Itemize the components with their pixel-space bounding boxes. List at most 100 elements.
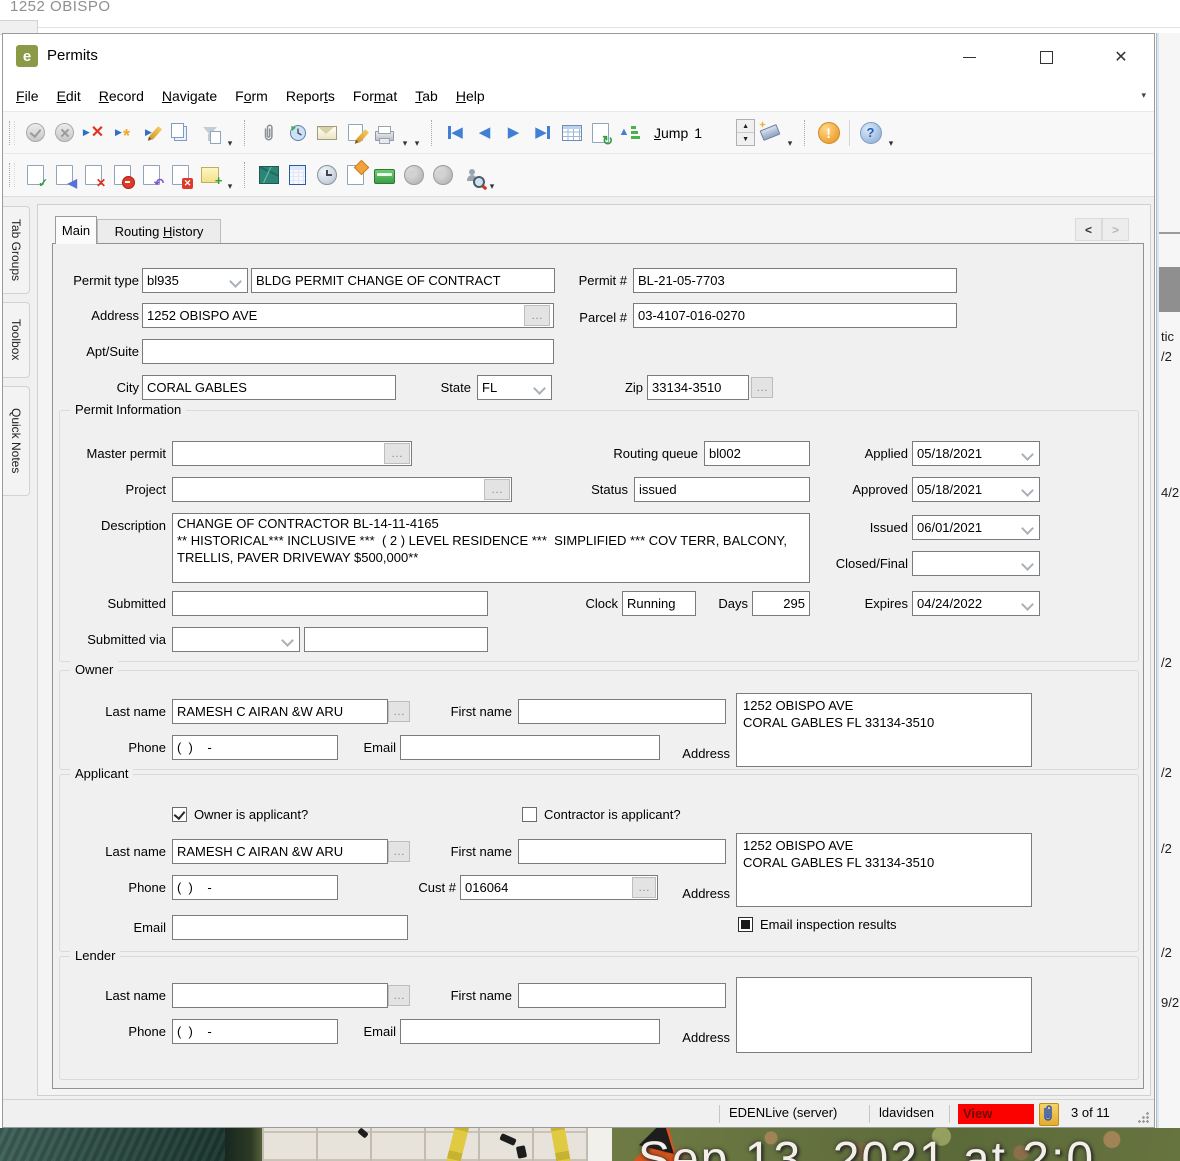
group-dropdown-icon[interactable]: ▾ — [411, 138, 423, 153]
new-record-button[interactable]: ▶* — [108, 118, 137, 147]
lender-email-field[interactable] — [400, 1019, 660, 1044]
submitted-field[interactable] — [172, 591, 488, 616]
clock-field[interactable]: Running — [622, 591, 696, 616]
tab-scroll-left-button[interactable]: < — [1075, 218, 1102, 241]
group-dropdown-icon[interactable]: ▾ — [224, 181, 236, 196]
applicant-lookup-button[interactable]: … — [388, 841, 410, 862]
contractor-is-applicant-checkbox[interactable] — [522, 807, 537, 822]
apt-suite-field[interactable] — [142, 339, 554, 364]
edit-record-button[interactable]: ▶ — [137, 118, 166, 147]
add-note-button[interactable]: + — [195, 161, 224, 190]
grid-view-button[interactable] — [557, 118, 586, 147]
delete-record-button[interactable]: ▶✕ — [79, 118, 108, 147]
hold-doc-button[interactable] — [108, 161, 137, 190]
web-link-2-button[interactable] — [428, 161, 457, 190]
print-dropdown-icon[interactable]: ▾ — [399, 138, 411, 153]
deny-doc-button[interactable]: ✕ — [79, 161, 108, 190]
applicant-address-box[interactable]: 1252 OBISPO AVE CORAL GABLES FL 33134-35… — [736, 833, 1032, 907]
cancel-record-button[interactable] — [50, 118, 79, 147]
filter-button[interactable] — [195, 118, 224, 147]
route-doc-button[interactable]: ◀ — [50, 161, 79, 190]
owner-address-box[interactable]: 1252 OBISPO AVE CORAL GABLES FL 33134-35… — [736, 693, 1032, 767]
menu-item-form[interactable]: Form — [226, 85, 277, 107]
menu-item-format[interactable]: Format — [344, 85, 406, 107]
cashier-button[interactable] — [370, 161, 399, 190]
map-button[interactable] — [254, 161, 283, 190]
print-button[interactable] — [370, 118, 399, 147]
cust-lookup-button[interactable]: … — [632, 877, 656, 898]
menu-item-navigate[interactable]: Navigate — [153, 85, 226, 107]
history-button[interactable] — [283, 118, 312, 147]
time-button[interactable] — [312, 161, 341, 190]
owner-last-name-field[interactable]: RAMESH C AIRAN &W ARU — [172, 699, 388, 724]
alerts-button[interactable]: ! — [814, 118, 843, 147]
help-dropdown-icon[interactable]: ▾ — [885, 138, 897, 153]
approved-date-combo[interactable]: 05/18/2021 — [912, 477, 1040, 502]
group-dropdown-icon[interactable]: ▾ — [486, 181, 498, 196]
tab-scroll-right-button[interactable]: > — [1102, 218, 1129, 241]
menu-overflow-icon[interactable]: ▾ — [1141, 90, 1146, 101]
state-combo[interactable]: FL — [477, 375, 552, 400]
parcel-number-field[interactable]: 03-4107-016-0270 — [633, 303, 957, 328]
sidebar-toolbox[interactable]: Toolbox — [3, 302, 30, 378]
void-doc-button[interactable]: ✕ — [166, 161, 195, 190]
calculator-button[interactable] — [283, 161, 312, 190]
menu-item-file[interactable]: File — [7, 85, 48, 107]
project-lookup-button[interactable]: … — [484, 479, 510, 500]
last-record-button[interactable]: ▶ — [528, 118, 557, 147]
tab-main[interactable]: Main — [55, 216, 97, 244]
menu-item-help[interactable]: Help — [447, 85, 494, 107]
permit-type-desc-field[interactable]: BLDG PERMIT CHANGE OF CONTRACT — [251, 268, 555, 293]
web-link-1-button[interactable] — [399, 161, 428, 190]
email-button[interactable] — [312, 118, 341, 147]
owner-is-applicant-checkbox[interactable] — [172, 807, 187, 822]
applied-date-combo[interactable]: 05/18/2021 — [912, 441, 1040, 466]
lender-first-name-field[interactable] — [518, 983, 726, 1008]
permit-number-field[interactable]: BL-21-05-7703 — [633, 268, 957, 293]
sort-button[interactable]: ▲ — [615, 118, 644, 147]
owner-phone-field[interactable]: ( ) - — [172, 735, 338, 760]
expires-date-combo[interactable]: 04/24/2022 — [912, 591, 1040, 616]
refresh-button[interactable]: ↻ — [586, 118, 615, 147]
jump-value[interactable]: 1 — [694, 125, 702, 141]
accept-record-button[interactable] — [21, 118, 50, 147]
lender-last-name-field[interactable] — [172, 983, 388, 1008]
address-field[interactable]: 1252 OBISPO AVE — [142, 303, 554, 328]
toolbar-grip[interactable] — [9, 163, 15, 187]
submitted-via-field[interactable] — [304, 627, 488, 652]
help-button[interactable]: ? — [856, 118, 885, 147]
transfer-button[interactable] — [341, 161, 370, 190]
menu-item-reports[interactable]: Reports — [277, 85, 344, 107]
approve-doc-button[interactable]: ✓ — [21, 161, 50, 190]
master-permit-field[interactable] — [172, 441, 412, 466]
days-field[interactable]: 295 — [752, 591, 810, 616]
toolbar-grip[interactable] — [9, 121, 15, 145]
city-field[interactable]: CORAL GABLES — [142, 375, 396, 400]
attachment-status-icon[interactable] — [1039, 1103, 1059, 1126]
spinner-up-icon[interactable]: ▲ — [737, 120, 754, 133]
undo-doc-button[interactable]: ↶ — [137, 161, 166, 190]
lender-address-box[interactable] — [736, 977, 1032, 1053]
project-field[interactable] — [172, 477, 512, 502]
spinner-down-icon[interactable]: ▼ — [737, 133, 754, 145]
master-permit-lookup-button[interactable]: … — [384, 443, 410, 464]
applicant-first-name-field[interactable] — [518, 839, 726, 864]
copy-button[interactable] — [166, 118, 195, 147]
address-lookup-button[interactable]: … — [524, 305, 550, 326]
close-button[interactable]: ✕ — [1099, 42, 1143, 72]
cust-number-field[interactable]: 016064 — [460, 875, 658, 900]
owner-first-name-field[interactable] — [518, 699, 726, 724]
permit-type-combo[interactable]: bl935 — [142, 268, 248, 293]
issued-date-combo[interactable]: 06/01/2021 — [912, 515, 1040, 540]
resize-grip[interactable] — [1137, 1111, 1149, 1123]
attachments-button[interactable] — [254, 118, 283, 147]
submitted-via-combo[interactable] — [172, 627, 300, 652]
jump-spinner[interactable]: ▲ ▼ — [736, 119, 755, 146]
email-inspection-checkbox[interactable] — [738, 917, 753, 932]
maximize-button[interactable] — [1024, 42, 1068, 72]
first-record-button[interactable]: ◀ — [441, 118, 470, 147]
applicant-email-field[interactable] — [172, 915, 408, 940]
contractor-search-button[interactable] — [457, 161, 486, 190]
routing-queue-field[interactable]: bl002 — [704, 441, 810, 466]
closed-final-date-combo[interactable] — [912, 551, 1040, 576]
